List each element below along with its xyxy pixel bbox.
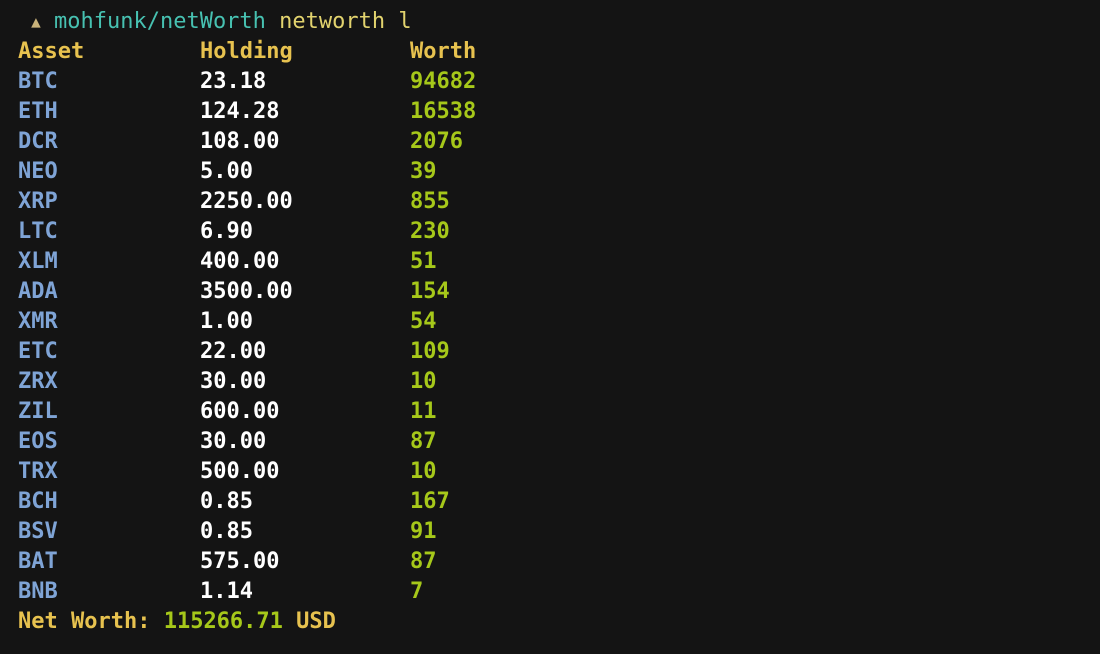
- table-row: XRP 2250.00 855: [18, 187, 1088, 217]
- asset-symbol: BCH: [18, 489, 58, 514]
- header-asset: Asset: [18, 39, 85, 64]
- holding-amount: 5.00: [200, 159, 253, 184]
- asset-symbol: BTC: [18, 69, 58, 94]
- holding-amount: 1.00: [200, 309, 253, 334]
- asset-symbol: ETH: [18, 99, 58, 124]
- worth-value: 11: [410, 399, 437, 424]
- terminal-window[interactable]: ▲ mohfunk/netWorth networth l Asset Holdi…: [18, 7, 1088, 637]
- table-row: DCR 108.00 2076: [18, 127, 1088, 157]
- worth-value: 2076: [410, 129, 463, 154]
- worth-value: 154: [410, 279, 450, 304]
- worth-value: 167: [410, 489, 450, 514]
- worth-value: 87: [410, 549, 437, 574]
- worth-value: 10: [410, 369, 437, 394]
- prompt-path: mohfunk/netWorth: [54, 9, 266, 34]
- holding-amount: 3500.00: [200, 279, 293, 304]
- asset-symbol: ETC: [18, 339, 58, 364]
- asset-table-body: BTC 23.18 94682 ETH 124.28 16538 DCR 108.00 2076…: [18, 67, 1088, 607]
- worth-value: 91: [410, 519, 437, 544]
- holding-amount: 30.00: [200, 429, 267, 454]
- holding-amount: 124.28: [200, 99, 280, 124]
- worth-value: 54: [410, 309, 437, 334]
- worth-value: 10: [410, 459, 437, 484]
- table-row: BNB 1.14 7: [18, 577, 1088, 607]
- table-header-row: Asset Holding Worth: [18, 37, 1088, 67]
- worth-value: 109: [410, 339, 450, 364]
- holding-amount: 2250.00: [200, 189, 293, 214]
- asset-symbol: ZIL: [18, 399, 58, 424]
- table-row: ZRX 30.00 10: [18, 367, 1088, 397]
- net-worth-label: Net Worth:: [18, 609, 151, 634]
- holding-amount: 400.00: [200, 249, 280, 274]
- table-row: TRX 500.00 10: [18, 457, 1088, 487]
- holding-amount: 575.00: [200, 549, 280, 574]
- table-row: NEO 5.00 39: [18, 157, 1088, 187]
- table-row: XLM 400.00 51: [18, 247, 1088, 277]
- table-row: LTC 6.90 230: [18, 217, 1088, 247]
- asset-symbol: BSV: [18, 519, 58, 544]
- asset-symbol: XLM: [18, 249, 58, 274]
- prompt-arrow-icon: ▲: [31, 12, 41, 31]
- worth-value: 7: [410, 579, 424, 604]
- worth-value: 94682: [410, 69, 477, 94]
- holding-amount: 600.00: [200, 399, 280, 424]
- table-row: ADA 3500.00 154: [18, 277, 1088, 307]
- net-worth-line: Net Worth: 115266.71 USD: [18, 607, 1088, 637]
- table-row: ZIL 600.00 11: [18, 397, 1088, 427]
- holding-amount: 0.85: [200, 519, 253, 544]
- holding-amount: 1.14: [200, 579, 253, 604]
- holding-amount: 0.85: [200, 489, 253, 514]
- worth-value: 855: [410, 189, 450, 214]
- holding-amount: 22.00: [200, 339, 267, 364]
- asset-symbol: ADA: [18, 279, 58, 304]
- table-row: XMR 1.00 54: [18, 307, 1088, 337]
- holding-amount: 6.90: [200, 219, 253, 244]
- holding-amount: 30.00: [200, 369, 267, 394]
- net-worth-value: 115266.71: [163, 609, 283, 634]
- asset-symbol: ZRX: [18, 369, 58, 394]
- worth-value: 87: [410, 429, 437, 454]
- table-row: BSV 0.85 91: [18, 517, 1088, 547]
- worth-value: 39: [410, 159, 437, 184]
- worth-value: 16538: [410, 99, 477, 124]
- table-row: BAT 575.00 87: [18, 547, 1088, 577]
- holding-amount: 500.00: [200, 459, 280, 484]
- asset-symbol: LTC: [18, 219, 58, 244]
- prompt-command: networth l: [279, 9, 412, 34]
- worth-value: 230: [410, 219, 450, 244]
- holding-amount: 23.18: [200, 69, 267, 94]
- table-row: ETC 22.00 109: [18, 337, 1088, 367]
- header-worth: Worth: [410, 39, 477, 64]
- table-row: BCH 0.85 167: [18, 487, 1088, 517]
- asset-symbol: BAT: [18, 549, 58, 574]
- prompt-line: ▲ mohfunk/netWorth networth l: [18, 7, 1088, 37]
- net-worth-unit: USD: [296, 609, 336, 634]
- worth-value: 51: [410, 249, 437, 274]
- asset-symbol: NEO: [18, 159, 58, 184]
- header-holding: Holding: [200, 39, 293, 64]
- asset-symbol: DCR: [18, 129, 58, 154]
- asset-symbol: BNB: [18, 579, 58, 604]
- table-row: ETH 124.28 16538: [18, 97, 1088, 127]
- asset-symbol: TRX: [18, 459, 58, 484]
- asset-symbol: XMR: [18, 309, 58, 334]
- asset-symbol: EOS: [18, 429, 58, 454]
- table-row: EOS 30.00 87: [18, 427, 1088, 457]
- table-row: BTC 23.18 94682: [18, 67, 1088, 97]
- asset-symbol: XRP: [18, 189, 58, 214]
- holding-amount: 108.00: [200, 129, 280, 154]
